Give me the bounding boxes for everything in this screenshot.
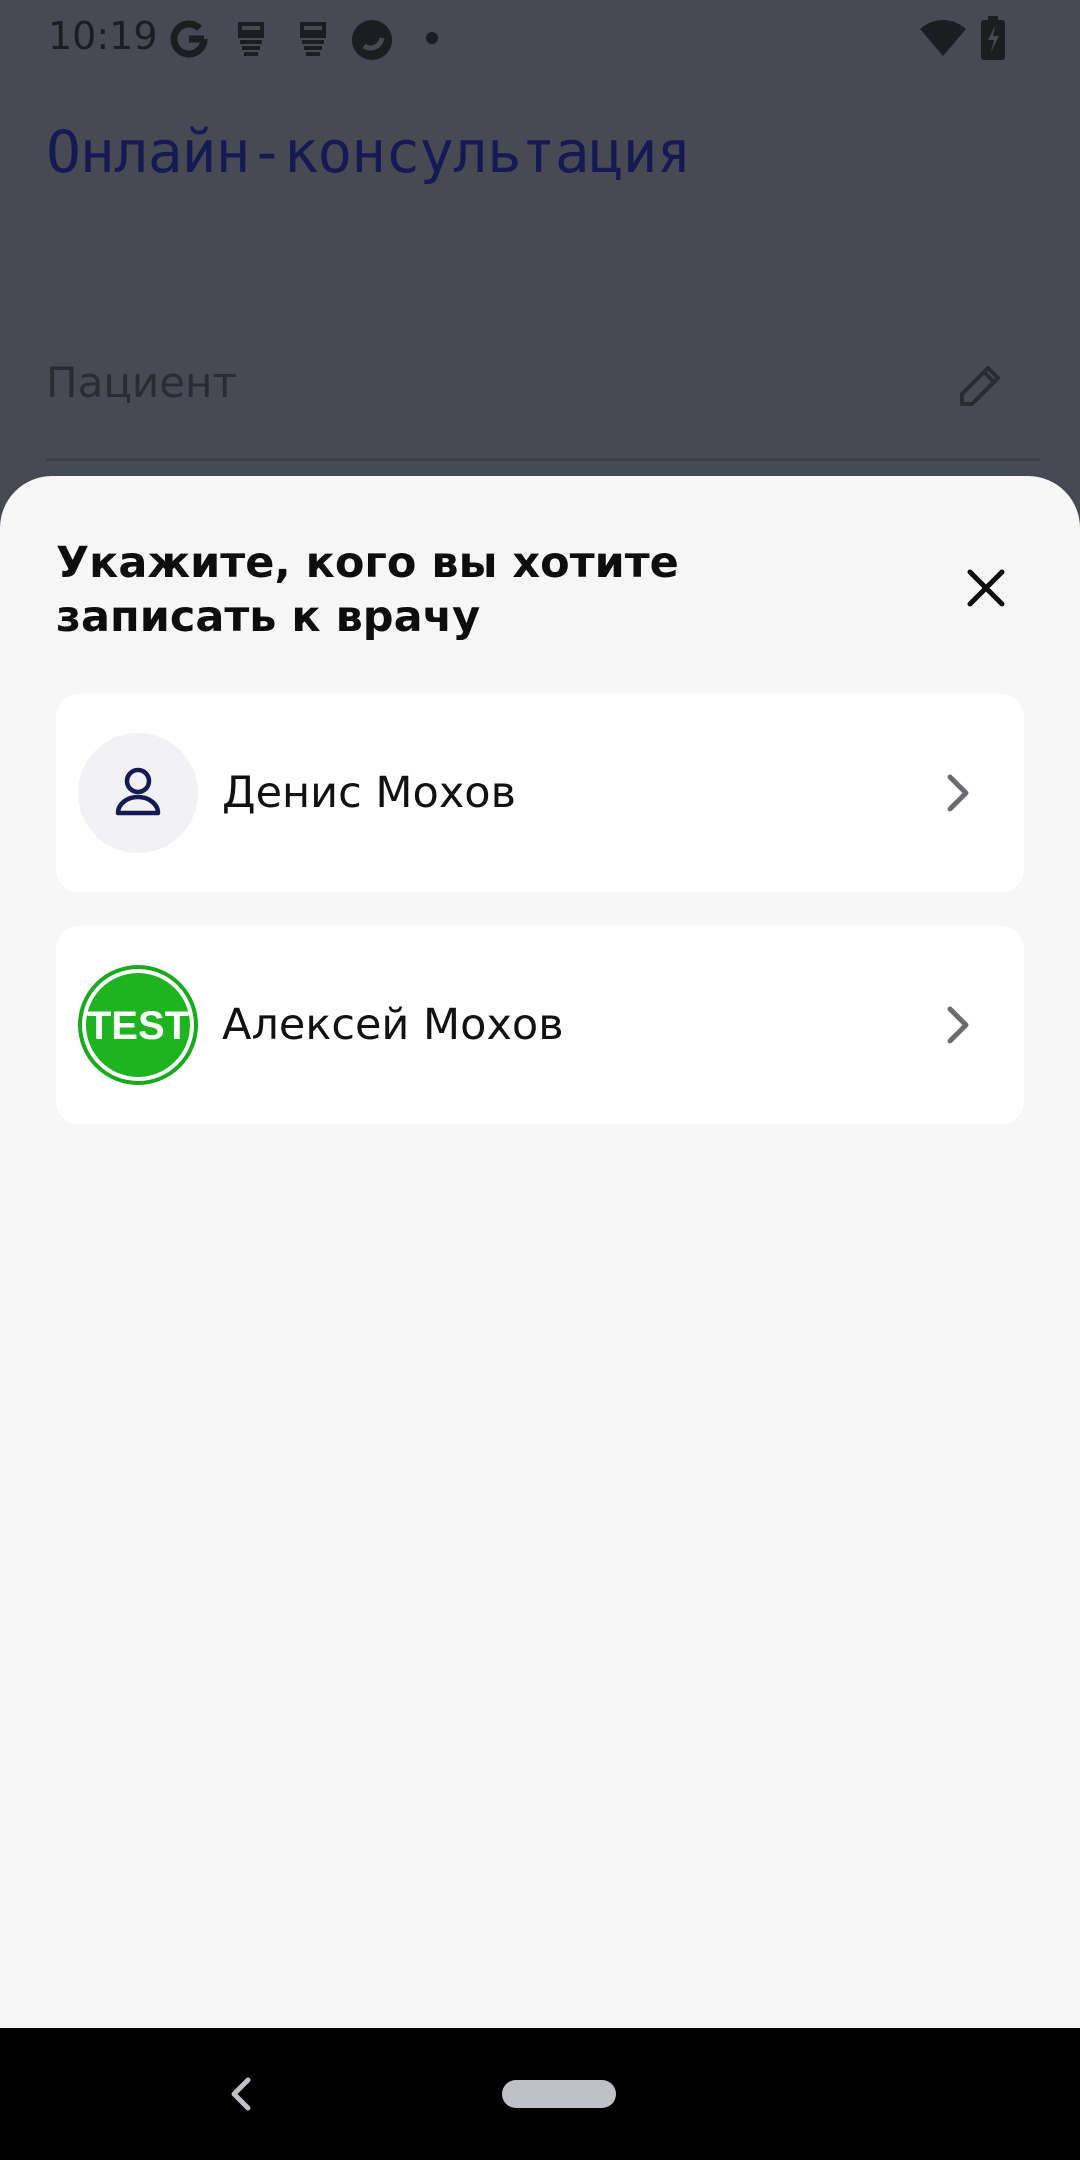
status-time: 10:19	[48, 14, 158, 58]
edit-pencil-icon[interactable]	[958, 364, 1002, 408]
patient-card[interactable]: TEST Алексей Мохов	[56, 926, 1024, 1124]
navigation-bar	[0, 2028, 1080, 2160]
patient-name: Алексей Мохов	[222, 1000, 564, 1050]
test-avatar-text: TEST	[87, 1004, 189, 1048]
close-icon[interactable]	[964, 566, 1008, 610]
browser-icon	[352, 20, 392, 60]
page-title: Онлайн-консультация	[46, 118, 691, 186]
home-button[interactable]	[502, 2080, 616, 2108]
chevron-right-icon	[947, 774, 969, 812]
chevron-right-icon	[947, 1006, 969, 1044]
patient-card[interactable]: Денис Мохов	[56, 694, 1024, 892]
more-dot-icon	[426, 32, 438, 44]
battery-charging-icon	[981, 16, 1005, 60]
status-bar: 10:19	[0, 0, 1080, 80]
patient-name: Денис Мохов	[222, 768, 516, 818]
app-notification-icon	[300, 22, 326, 56]
patient-select-sheet: Укажите, кого вы хотите записать к врачу…	[0, 476, 1080, 2028]
google-icon	[170, 20, 208, 58]
wifi-icon	[920, 20, 966, 56]
avatar: TEST	[78, 965, 198, 1085]
test-avatar: TEST	[78, 965, 198, 1085]
app-notification-icon	[238, 22, 264, 56]
divider	[46, 458, 1040, 461]
patient-label: Пациент	[46, 358, 237, 407]
avatar	[78, 733, 198, 853]
sheet-title: Укажите, кого вы хотите записать к врачу	[56, 538, 679, 642]
person-icon	[115, 767, 161, 816]
back-icon[interactable]	[226, 2074, 256, 2114]
